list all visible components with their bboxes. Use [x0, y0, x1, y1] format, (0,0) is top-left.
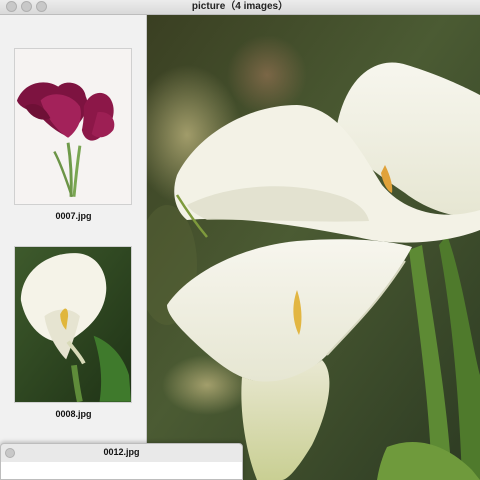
thumbnail-0008[interactable] [14, 246, 132, 403]
sub-window-title: 0012.jpg [103, 447, 140, 457]
image-viewer[interactable] [147, 15, 480, 480]
purple-calla-lily-image [15, 49, 131, 204]
window-title: picture（4 images） [191, 1, 289, 12]
sub-window-titlebar[interactable]: 0012.jpg [1, 444, 242, 462]
thumbnail-0007[interactable] [14, 48, 132, 205]
thumbnail-caption: 0007.jpg [55, 211, 92, 221]
window-titlebar[interactable]: picture（4 images） [0, 0, 480, 15]
calla-lilies-large-image [147, 15, 480, 480]
sub-window-content [1, 462, 242, 479]
image-window-0012[interactable]: 0012.jpg [0, 443, 243, 480]
thumbnail-caption: 0008.jpg [55, 409, 92, 419]
thumbnail-sidebar[interactable]: 0007.jpg 0008.jpg [0, 15, 147, 480]
white-calla-lily-image [15, 247, 131, 402]
